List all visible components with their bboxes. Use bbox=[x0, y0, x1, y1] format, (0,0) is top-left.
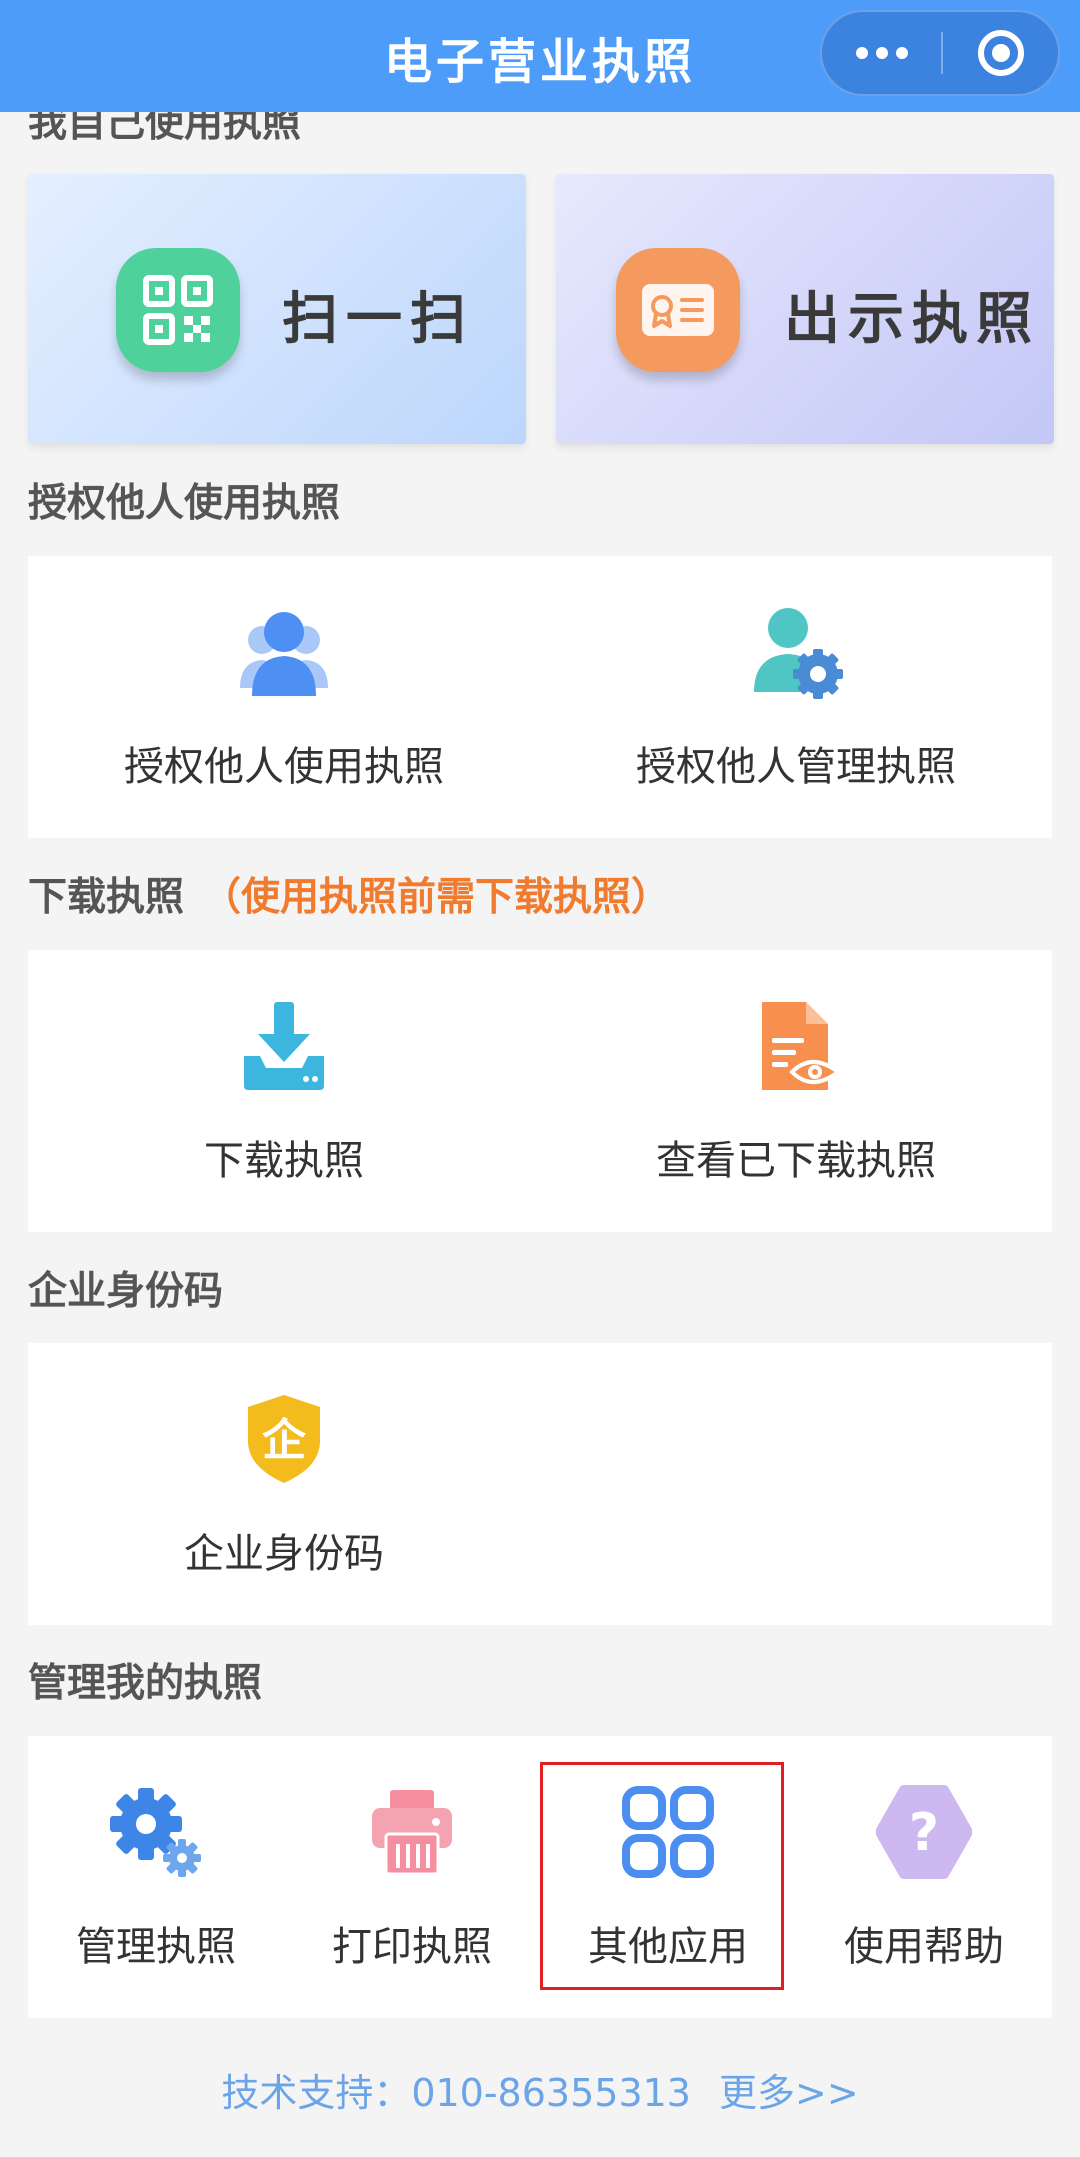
manage-license-label: 管理执照 bbox=[76, 1924, 236, 1970]
more-link[interactable]: 更多>> bbox=[719, 2071, 859, 2115]
enterprise-code-label: 企业身份码 bbox=[184, 1531, 384, 1577]
gears-icon bbox=[108, 1784, 204, 1880]
circle-target-icon[interactable] bbox=[943, 12, 1060, 94]
section-title-manage: 管理我的执照 bbox=[28, 1661, 263, 1706]
mini-program-capsule bbox=[820, 10, 1060, 96]
authorize-use-button[interactable]: 授权他人使用执照 bbox=[28, 556, 540, 838]
show-license-label: 出示执照 bbox=[784, 287, 1040, 352]
identity-panel: 企 企业身份码 bbox=[28, 1343, 1052, 1625]
document-eye-icon bbox=[748, 998, 844, 1094]
other-apps-label: 其他应用 bbox=[588, 1924, 748, 1970]
authorize-panel: 授权他人使用执照 授权他人管理执照 bbox=[28, 556, 1052, 838]
view-downloaded-button[interactable]: 查看已下载执照 bbox=[540, 950, 1052, 1232]
help-glyph: ? bbox=[909, 1803, 939, 1863]
users-icon bbox=[236, 604, 332, 700]
footer: 技术支持：010-86355313 更多>> bbox=[0, 2062, 1080, 2117]
page: 电子营业执照 我自己使用执照 扫一扫 出示执照 授权他人使用执照 授权他人使用执… bbox=[0, 0, 1080, 2157]
more-dots-icon[interactable] bbox=[822, 12, 941, 94]
scan-label: 扫一扫 bbox=[282, 287, 474, 352]
download-note: （使用执照前需下载执照） bbox=[202, 875, 671, 920]
scan-button[interactable]: 扫一扫 bbox=[28, 174, 526, 444]
enterprise-shield-icon: 企 bbox=[236, 1391, 332, 1487]
view-downloaded-label: 查看已下载执照 bbox=[656, 1138, 936, 1184]
section-title-authorize: 授权他人使用执照 bbox=[28, 481, 341, 526]
authorize-use-label: 授权他人使用执照 bbox=[124, 744, 444, 790]
print-license-label: 打印执照 bbox=[332, 1924, 492, 1970]
user-gear-icon bbox=[748, 604, 844, 700]
enterprise-glyph: 企 bbox=[262, 1415, 307, 1466]
qr-code-icon bbox=[116, 248, 240, 372]
manage-license-button[interactable]: 管理执照 bbox=[28, 1736, 284, 2018]
license-card-icon bbox=[616, 248, 740, 372]
other-apps-button[interactable]: 其他应用 bbox=[540, 1736, 796, 2018]
app-header: 电子营业执照 bbox=[0, 0, 1080, 112]
authorize-manage-button[interactable]: 授权他人管理执照 bbox=[540, 556, 1052, 838]
download-tray-icon bbox=[236, 998, 332, 1094]
manage-panel: 管理执照 打印执照 其他应用 ? 使用帮助 bbox=[28, 1736, 1052, 2018]
show-license-button[interactable]: 出示执照 bbox=[556, 174, 1054, 444]
apps-grid-icon bbox=[620, 1784, 716, 1880]
usage-help-label: 使用帮助 bbox=[844, 1924, 1004, 1970]
printer-icon bbox=[364, 1784, 460, 1880]
download-panel: 下载执照 查看已下载执照 bbox=[28, 950, 1052, 1232]
print-license-button[interactable]: 打印执照 bbox=[284, 1736, 540, 2018]
support-phone-link[interactable]: 技术支持：010-86355313 bbox=[221, 2071, 691, 2115]
section-title-download-text: 下载执照 bbox=[28, 875, 185, 920]
section-title-download: 下载执照 （使用执照前需下载执照） bbox=[28, 866, 670, 922]
download-license-button[interactable]: 下载执照 bbox=[28, 950, 540, 1232]
authorize-manage-label: 授权他人管理执照 bbox=[636, 744, 956, 790]
section-title-identity: 企业身份码 bbox=[28, 1269, 224, 1314]
help-question-icon: ? bbox=[875, 1784, 973, 1880]
download-license-label: 下载执照 bbox=[204, 1138, 364, 1184]
usage-help-button[interactable]: ? 使用帮助 bbox=[796, 1736, 1052, 2018]
enterprise-code-button[interactable]: 企 企业身份码 bbox=[28, 1343, 540, 1625]
